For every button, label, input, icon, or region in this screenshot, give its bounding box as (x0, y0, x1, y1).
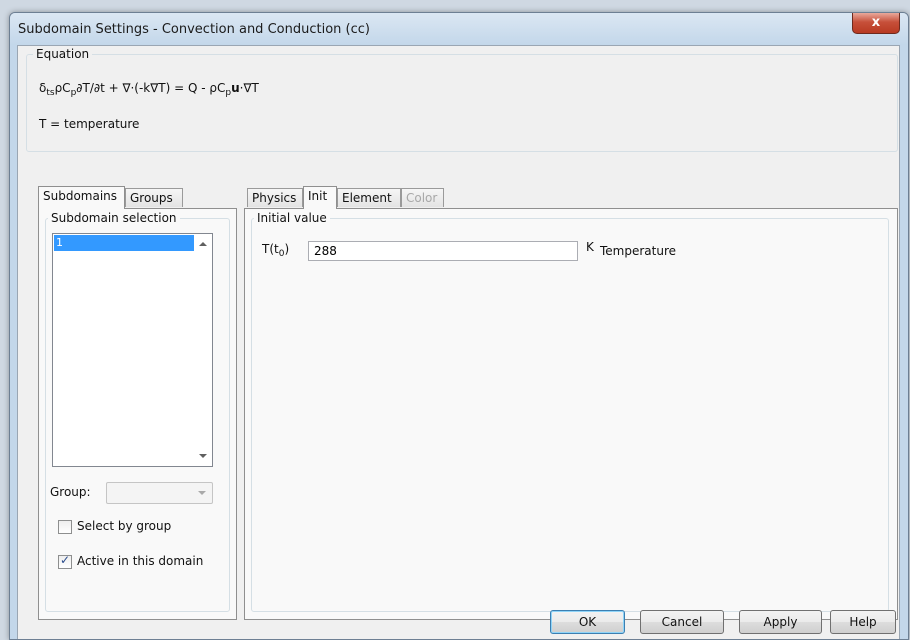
window-title: Subdomain Settings - Convection and Cond… (18, 22, 370, 37)
equation-group-label: Equation (33, 47, 93, 61)
close-button[interactable]: x (852, 13, 900, 34)
tab-color: Color (401, 188, 444, 207)
scroll-up-arrow-icon[interactable] (199, 242, 207, 246)
dialog-window: Subdomain Settings - Convection and Cond… (9, 12, 909, 640)
title-bar[interactable]: Subdomain Settings - Convection and Cond… (10, 13, 908, 45)
close-icon: x (871, 15, 881, 30)
equation-definition: T = temperature (39, 117, 140, 131)
select-by-group-checkbox[interactable] (58, 520, 72, 534)
initial-value-group: Initial value T(t0) K Temperature (251, 211, 889, 612)
select-by-group-label[interactable]: Select by group (77, 519, 171, 533)
dialog-client-area: Equation δtsρCp∂T/∂t + ∇·(-k∇T) = Q - ρC… (17, 45, 900, 639)
subdomain-listbox[interactable]: 1 (52, 233, 213, 467)
init-panel: Initial value T(t0) K Temperature (244, 208, 898, 620)
tab-init[interactable]: Init (303, 186, 337, 209)
initial-temperature-variable: T(t0) (262, 242, 290, 259)
group-label: Group: (50, 485, 91, 499)
initial-value-label: Initial value (254, 211, 330, 225)
tab-subdomains[interactable]: Subdomains (38, 186, 125, 209)
cancel-button[interactable]: Cancel (640, 610, 724, 634)
right-tab-strip: Physics Init Element Color (247, 186, 487, 209)
subdomain-selection-group: Subdomain selection 1 Group: Select by g… (45, 211, 230, 612)
list-item[interactable]: 1 (54, 235, 194, 251)
group-combobox[interactable] (106, 482, 213, 504)
tab-groups[interactable]: Groups (125, 188, 183, 207)
equation-group: Equation δtsρCp∂T/∂t + ∇·(-k∇T) = Q - ρC… (26, 47, 898, 152)
apply-button[interactable]: Apply (739, 610, 822, 634)
listbox-scrollbar[interactable] (195, 234, 212, 466)
equation-formula: δtsρCp∂T/∂t + ∇·(-k∇T) = Q - ρCpu·∇T (39, 81, 259, 98)
temperature-unit: K (586, 240, 594, 254)
temperature-description: Temperature (600, 244, 677, 258)
left-tab-strip: Subdomains Groups (38, 186, 238, 209)
ok-button[interactable]: OK (550, 610, 625, 634)
initial-temperature-input[interactable] (308, 241, 578, 261)
active-in-domain-checkbox[interactable]: ✓ (58, 553, 72, 569)
active-in-domain-label[interactable]: Active in this domain (77, 554, 203, 568)
scroll-down-arrow-icon[interactable] (199, 454, 207, 458)
subdomains-panel: Subdomain selection 1 Group: Select by g… (38, 208, 237, 620)
chevron-down-icon (198, 491, 206, 495)
tab-element[interactable]: Element (337, 188, 401, 207)
subdomain-selection-label: Subdomain selection (48, 211, 180, 225)
checkmark-icon: ✓ (60, 553, 71, 567)
tab-physics[interactable]: Physics (247, 188, 303, 207)
help-button[interactable]: Help (830, 610, 896, 634)
